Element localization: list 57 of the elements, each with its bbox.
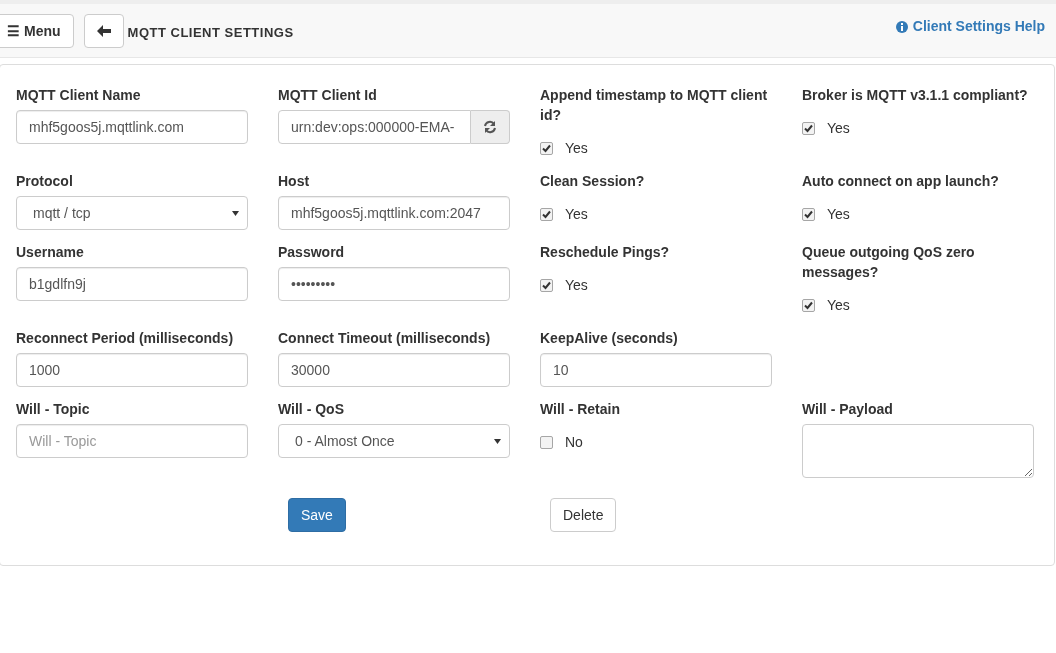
field-label: Reconnect Period (milliseconds)	[16, 329, 235, 348]
field-label: Append timestamp to MQTT client id?	[540, 86, 769, 125]
left-arrow-icon	[96, 25, 111, 37]
input-field[interactable]: 1000	[16, 353, 248, 387]
field-label: MQTT Client Id	[278, 86, 378, 105]
checkbox[interactable]	[802, 208, 815, 221]
field-label: Reschedule Pings?	[540, 243, 671, 262]
field-label: MQTT Client Name	[16, 86, 142, 105]
field-label: Username	[16, 243, 85, 262]
checkbox-label[interactable]: Yes	[565, 138, 588, 159]
input-field[interactable]: b1gdlfn9j	[16, 267, 248, 301]
page-title: MQTT CLIENT SETTINGS	[127, 24, 294, 42]
field-label: Connect Timeout (milliseconds)	[278, 329, 492, 348]
field-label: Protocol	[16, 172, 74, 191]
checkbox-label[interactable]: Yes	[827, 204, 850, 225]
checkbox[interactable]	[540, 208, 553, 221]
menu-button[interactable]: ☰ Menu	[0, 14, 74, 48]
back-button[interactable]	[83, 14, 124, 48]
checkbox[interactable]	[802, 122, 815, 135]
checkbox-label[interactable]: Yes	[565, 275, 588, 296]
checkbox[interactable]	[540, 436, 553, 449]
field-label: Will - Topic	[16, 400, 91, 419]
input-field[interactable]: mhf5goos5j.mqttlink.com:2047	[278, 196, 510, 230]
field-label: Will - Payload	[802, 400, 894, 419]
field-label: Queue outgoing QoS zero messages?	[802, 243, 976, 282]
field-label: Password	[278, 243, 346, 262]
caret-icon	[494, 438, 501, 444]
field-label: Host	[278, 172, 311, 191]
field-label: Will - Retain	[540, 400, 621, 419]
input-field[interactable]: 10	[540, 353, 772, 387]
field-label: KeepAlive (seconds)	[540, 329, 679, 348]
save-button[interactable]: Save	[288, 498, 346, 532]
input-field[interactable]: 30000	[278, 353, 510, 387]
menu-icon: ☰	[7, 20, 20, 42]
checkbox-label[interactable]: No	[565, 432, 583, 453]
select-field[interactable]: 0 - Almost Once	[278, 424, 510, 458]
field-label: Auto connect on app launch?	[802, 172, 1000, 191]
input-field[interactable]: mhf5goos5j.mqttlink.com	[16, 110, 248, 144]
checkbox-label[interactable]: Yes	[827, 295, 850, 316]
delete-button[interactable]: Delete	[550, 498, 617, 532]
menu-label: Menu	[24, 21, 61, 41]
field-label: Will - QoS	[278, 400, 345, 419]
checkbox[interactable]	[540, 279, 553, 292]
field-label: Clean Session?	[540, 172, 646, 191]
checkbox[interactable]	[802, 299, 815, 312]
select-field[interactable]: mqtt / tcp	[16, 196, 248, 230]
input-field[interactable]: •••••••••	[278, 267, 510, 301]
checkbox-label[interactable]: Yes	[565, 204, 588, 225]
refresh-button[interactable]	[471, 110, 510, 144]
checkbox[interactable]	[540, 142, 553, 155]
refresh-icon	[483, 120, 497, 134]
checkbox-label[interactable]: Yes	[827, 118, 850, 139]
caret-icon	[232, 210, 239, 216]
input-field[interactable]: urn:dev:ops:000000-EMA-	[278, 110, 471, 144]
field-label: Broker is MQTT v3.1.1 compliant?	[802, 86, 1029, 105]
input-field[interactable]: Will - Topic	[16, 424, 248, 458]
info-icon	[895, 20, 908, 33]
